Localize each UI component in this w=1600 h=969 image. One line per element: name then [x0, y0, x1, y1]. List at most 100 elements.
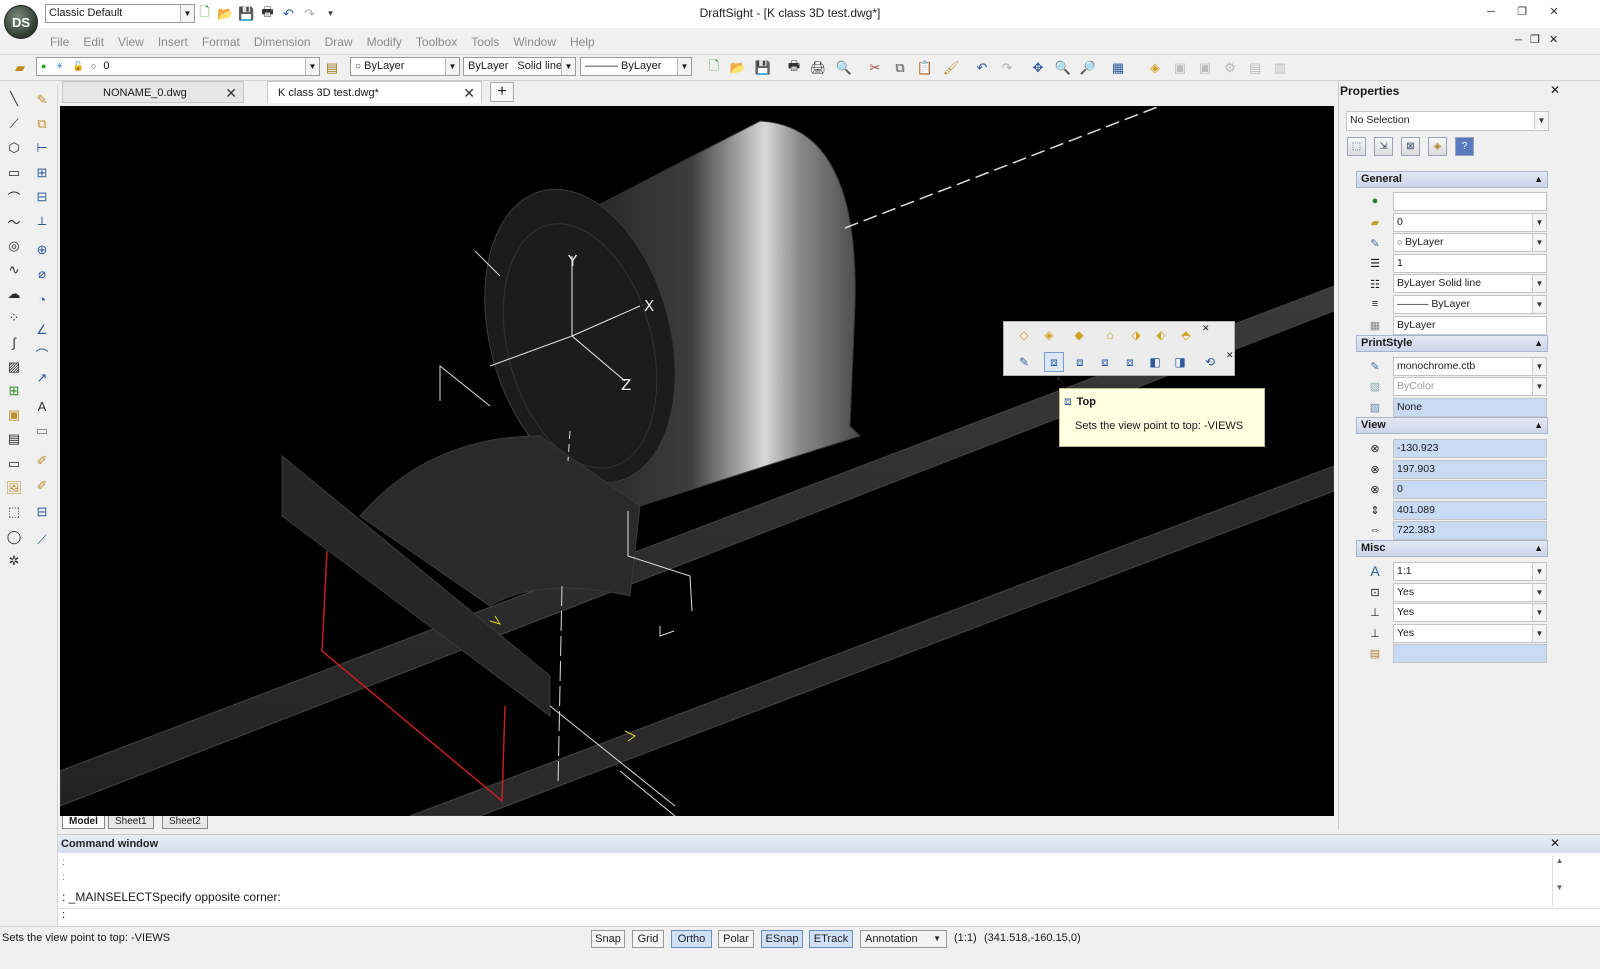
chevron-down-icon[interactable]: ▼	[677, 58, 691, 75]
text-icon[interactable]: A	[32, 396, 52, 416]
copy-entity-icon[interactable]: ⧉	[32, 114, 52, 134]
ucs-world-icon[interactable]: ◈	[1039, 325, 1059, 345]
save-file-icon[interactable]: 💾	[753, 58, 773, 77]
ucs-icon-on-field[interactable]: Yes ▼	[1393, 583, 1547, 602]
collapse-icon[interactable]: ▲	[1534, 336, 1543, 351]
ucs-face-icon[interactable]: ⌂	[1100, 325, 1120, 345]
add-tab-button[interactable]: +	[490, 82, 514, 102]
open-icon[interactable]: 📂	[217, 5, 234, 22]
revision-cloud-icon[interactable]: ☁	[4, 284, 24, 304]
save-icon[interactable]: 💾	[238, 5, 255, 22]
curve-icon[interactable]: ∫	[4, 332, 24, 352]
color-select[interactable]: ○ ByLayer ▼	[350, 57, 460, 76]
arc-length-icon[interactable]: ⌒	[32, 344, 52, 364]
orbit-view-icon[interactable]: ⟲	[1200, 352, 1220, 372]
chevron-down-icon[interactable]: ▼	[1532, 604, 1546, 621]
menu-toolbox[interactable]: Toolbox	[416, 35, 457, 49]
menu-edit[interactable]: Edit	[83, 35, 104, 49]
menu-modify[interactable]: Modify	[367, 35, 402, 49]
ucs-icon[interactable]: ◇	[1014, 325, 1034, 345]
top-view-icon[interactable]: ⧈	[1044, 352, 1064, 372]
tab-sheet1[interactable]: Sheet1	[108, 816, 154, 829]
menu-dimension[interactable]: Dimension	[254, 35, 311, 49]
cut-icon[interactable]: ✂	[865, 58, 885, 77]
chevron-down-icon[interactable]: ▼	[305, 58, 319, 75]
redo-icon[interactable]: ↷	[301, 5, 318, 22]
ortho-toggle[interactable]: Ortho	[671, 930, 712, 948]
new-icon[interactable]: 🗋	[704, 58, 724, 77]
baseline-dimension-icon[interactable]: ⊟	[32, 187, 52, 207]
general-category[interactable]: General ▲	[1356, 171, 1548, 188]
tab-noname[interactable]: NONAME_0.dwg ✕	[62, 81, 244, 103]
ucs-per-viewport-field[interactable]: Yes ▼	[1393, 624, 1547, 643]
layer-manager-icon[interactable]: ▰	[10, 58, 30, 77]
print-file-icon[interactable]: 🖶	[784, 58, 804, 77]
format-painter-icon[interactable]: 🖌	[941, 58, 961, 77]
layer-field[interactable]: 0 ▼	[1393, 213, 1547, 232]
left-view-icon[interactable]: ⧈	[1095, 352, 1115, 372]
right-view-icon[interactable]: ⧈	[1120, 352, 1140, 372]
copy-icon[interactable]: ⧉	[890, 58, 910, 77]
edit-dimension-icon[interactable]: ✐	[32, 451, 52, 471]
tab-model[interactable]: Model	[62, 816, 105, 829]
chevron-down-icon[interactable]: ▼	[445, 58, 459, 75]
aligned-dimension-icon[interactable]: ⊞	[32, 163, 52, 183]
minimize-icon[interactable]: ─	[1480, 3, 1502, 21]
circle-icon[interactable]: ◎	[4, 236, 24, 256]
help-icon[interactable]: ?	[1455, 137, 1474, 156]
boundary-icon[interactable]: ✲	[4, 551, 24, 571]
pan-icon[interactable]: ✥	[1028, 58, 1048, 77]
lineweight-select[interactable]: ——— ByLayer ▼	[580, 57, 692, 76]
annotation-select[interactable]: Annotation ▼	[860, 930, 947, 948]
menu-help[interactable]: Help	[570, 35, 595, 49]
command-input[interactable]: :	[58, 908, 1600, 924]
linear-dimension-icon[interactable]: ⊢	[32, 138, 52, 158]
restore-icon[interactable]: ❐	[1511, 3, 1533, 21]
tab-k-class-3d-test[interactable]: K class 3D test.dwg* ✕	[267, 81, 482, 103]
arc-icon[interactable]: ⌒	[4, 187, 24, 207]
menu-view[interactable]: View	[118, 35, 144, 49]
image-icon[interactable]: 🖼	[4, 478, 24, 498]
plot-table-field[interactable]: None	[1393, 398, 1547, 417]
spline-icon[interactable]: ∿	[4, 260, 24, 280]
customize-arrow-icon[interactable]: ▾	[322, 5, 339, 22]
note-icon[interactable]: ▭	[4, 454, 24, 474]
misc-category[interactable]: Misc ▲	[1356, 540, 1548, 557]
tolerance-icon[interactable]: ▭	[32, 421, 52, 441]
continue-dimension-icon[interactable]: ⟂	[32, 211, 52, 231]
linestyle-field[interactable]: ByLayer Solid line ▼	[1393, 274, 1547, 293]
tab-sheet2[interactable]: Sheet2	[162, 816, 208, 829]
print-icon[interactable]: 🖶	[259, 4, 276, 22]
center-mark-icon[interactable]: ⊕	[32, 240, 52, 260]
chevron-down-icon[interactable]: ▼	[1532, 296, 1546, 313]
open-file-icon[interactable]: 📂	[728, 58, 748, 77]
ucs-previous-icon[interactable]: ◆	[1069, 325, 1089, 345]
menu-insert[interactable]: Insert	[158, 35, 188, 49]
rectangle-icon[interactable]: ▭	[4, 163, 24, 183]
close-views-toolbar-icon[interactable]: ✕	[1226, 350, 1234, 361]
table-icon[interactable]: ▤	[4, 429, 24, 449]
etrack-toggle[interactable]: ETrack	[809, 930, 853, 948]
hatch-icon[interactable]: ▨	[4, 357, 24, 377]
chevron-down-icon[interactable]: ▼	[1532, 584, 1546, 601]
linestyle-scale-field[interactable]: 1	[1393, 254, 1547, 273]
layers-orange-icon[interactable]: ◈	[1145, 58, 1165, 77]
transparency-field[interactable]: ByLayer	[1393, 316, 1547, 335]
snap-toggle[interactable]: Snap	[591, 930, 625, 948]
selection-select[interactable]: No Selection ▼	[1346, 111, 1549, 131]
quick-select-icon[interactable]: ⇲	[1374, 137, 1393, 156]
paste-icon[interactable]: 📋	[915, 58, 935, 77]
update-dimension-icon[interactable]: ⊟	[32, 502, 52, 522]
linecolor-field[interactable]: ○ ByLayer ▼	[1393, 233, 1547, 252]
diameter-icon[interactable]: ⌀	[32, 264, 52, 284]
ucs-object-icon[interactable]: ⬗	[1126, 325, 1146, 345]
esnap-toggle[interactable]: ESnap	[761, 930, 803, 948]
print-preview-icon[interactable]: 🔍	[834, 58, 854, 77]
chevron-down-icon[interactable]: ▼	[1532, 234, 1546, 251]
center-y-field[interactable]: 197.903	[1393, 460, 1547, 479]
toggle-pickadd-icon[interactable]: ◈	[1428, 137, 1447, 156]
new-document-icon[interactable]: 🗋	[196, 4, 213, 22]
collapse-icon[interactable]: ▲	[1534, 172, 1543, 187]
toolbar-redo-icon[interactable]: ↷	[997, 58, 1017, 77]
layer-state-icon[interactable]: ▤	[322, 58, 342, 77]
